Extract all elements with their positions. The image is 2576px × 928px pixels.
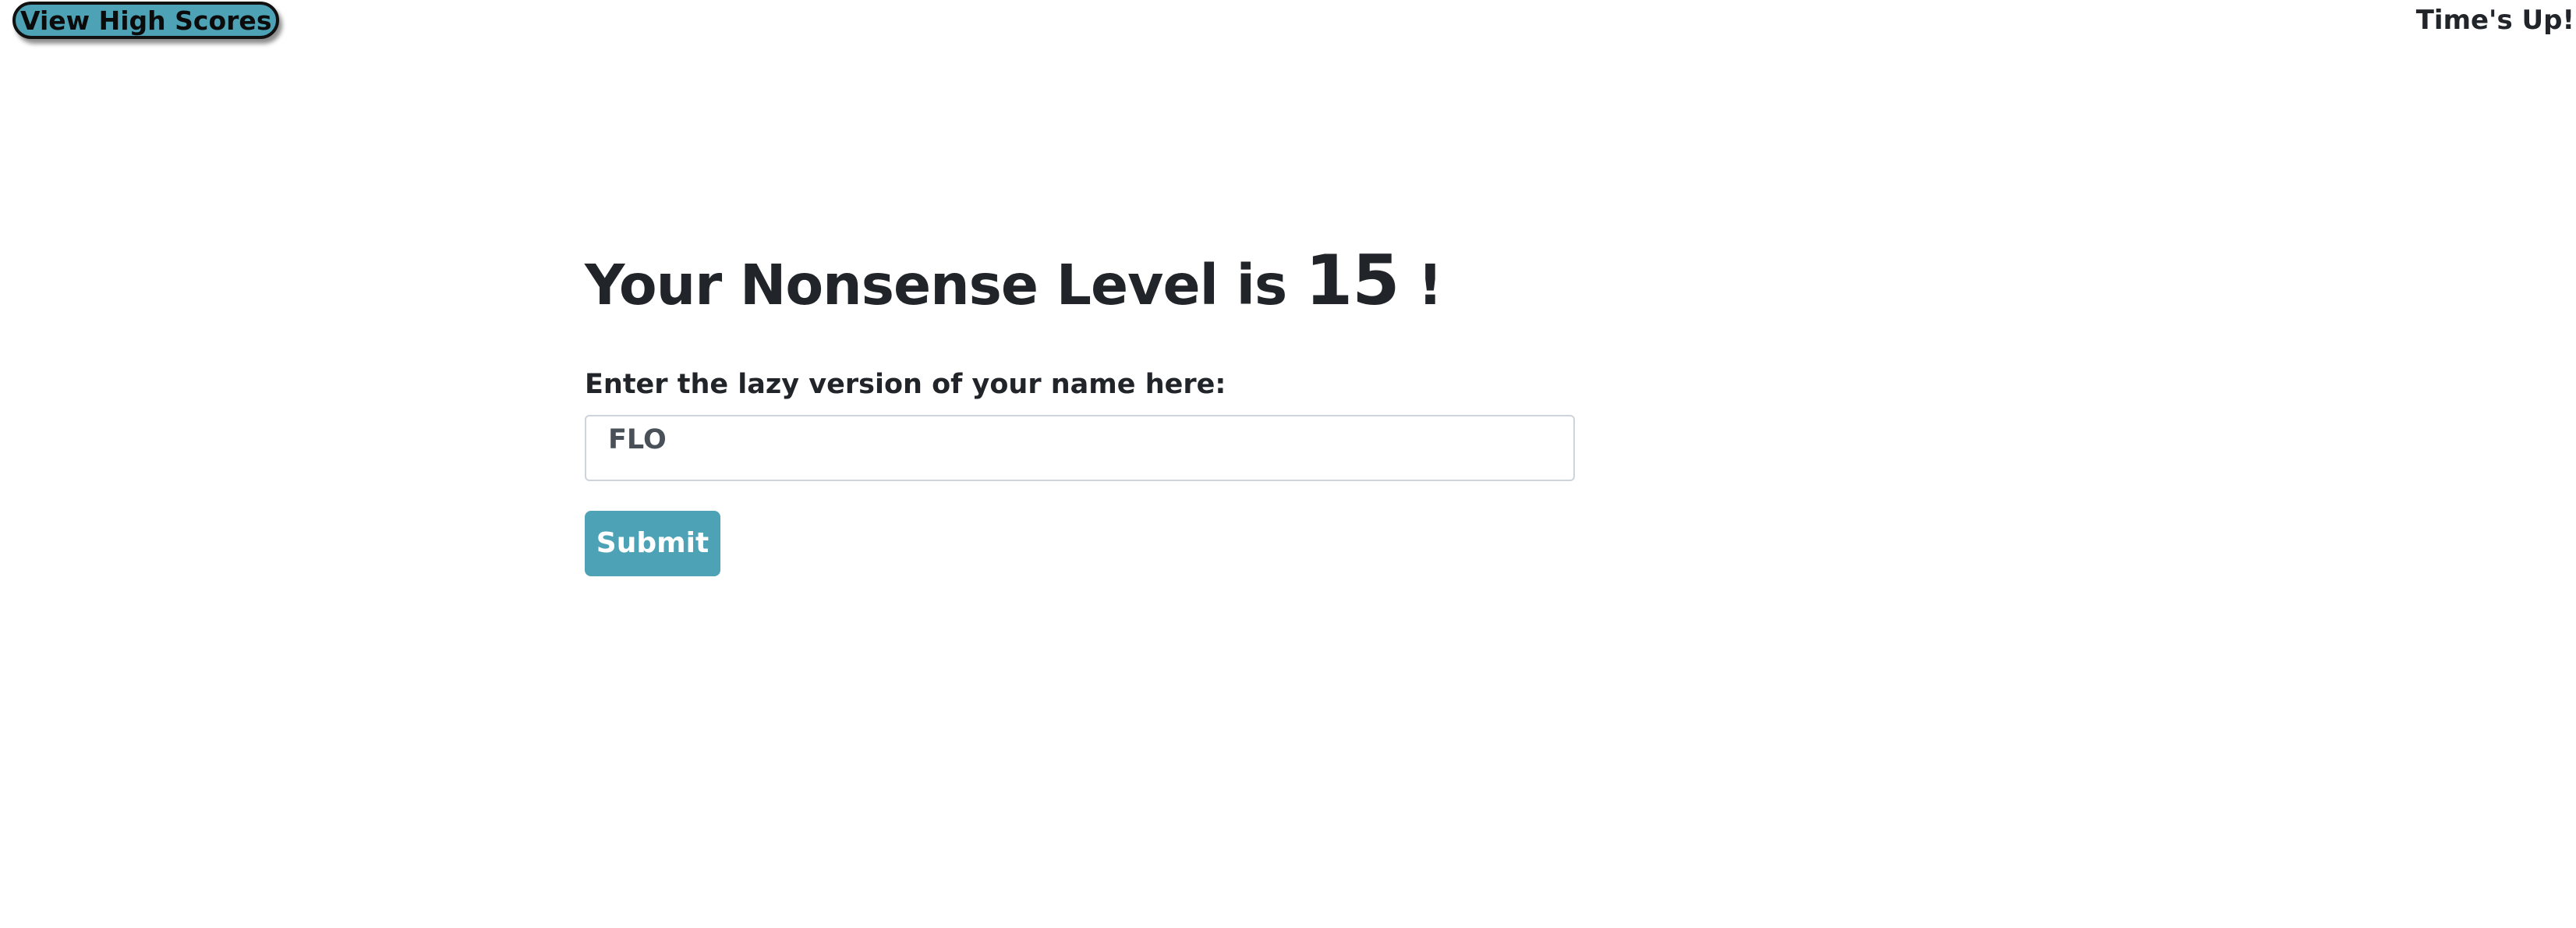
- submit-button[interactable]: Submit: [585, 511, 720, 576]
- results-form-container: Your Nonsense Level is 15 ! Enter the la…: [585, 234, 1575, 576]
- score-value: 15: [1305, 240, 1399, 321]
- name-field-label: Enter the lazy version of your name here…: [585, 369, 1226, 400]
- view-high-scores-button[interactable]: View High Scores: [12, 2, 280, 39]
- result-heading: Your Nonsense Level is 15 !: [585, 234, 1575, 332]
- quiz-end-page: View High Scores Time's Up! Your Nonsens…: [0, 0, 2576, 928]
- result-suffix: !: [1417, 253, 1442, 317]
- result-prefix: Your Nonsense Level is: [585, 253, 1287, 317]
- name-input[interactable]: [585, 415, 1575, 481]
- timer-status: Time's Up!: [2415, 5, 2574, 36]
